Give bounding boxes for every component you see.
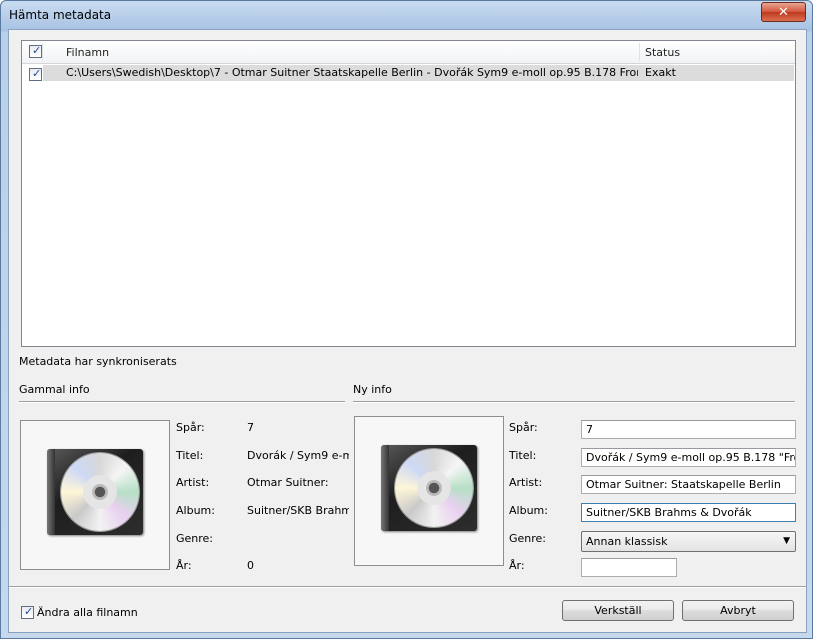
old-artist-label: Artist: (176, 476, 210, 489)
old-info-heading: Gammal info (19, 383, 90, 396)
old-year-label: År: (176, 559, 192, 572)
new-year-label: År: (509, 559, 525, 572)
genre-selected-value: Annan klassisk (586, 535, 668, 548)
new-track-label: Spår: (509, 421, 538, 434)
new-year-field[interactable] (581, 558, 677, 577)
new-info-divider (353, 401, 795, 403)
file-list[interactable]: ✓ Filnamn Status ✓ C:\Users\Swedish\Desk… (21, 40, 796, 347)
new-artist-label: Artist: (509, 476, 543, 489)
title-bar[interactable]: Hämta metadata ✕ (1, 1, 812, 29)
old-artist-value: Otmar Suitner: (247, 476, 329, 489)
column-header-filnamn[interactable]: Filnamn (66, 41, 109, 63)
new-album-art[interactable] (354, 416, 504, 566)
rename-all-checkbox[interactable]: ✓ (21, 605, 34, 619)
column-header-status[interactable]: Status (645, 41, 680, 63)
close-button[interactable]: ✕ (761, 2, 806, 22)
column-divider[interactable] (639, 43, 640, 61)
dialog-window: Hämta metadata ✕ ✓ Filnamn Status ✓ C:\U… (0, 0, 813, 639)
new-artist-field[interactable]: Otmar Suitner: Staatskapelle Berlin (581, 475, 796, 494)
checkmark-icon: ✓ (32, 67, 42, 80)
new-album-label: Album: (509, 504, 548, 517)
old-album-label: Album: (176, 504, 215, 517)
new-title-field[interactable]: Dvořák / Sym9 e-moll op.95 B.178 "From t… (581, 448, 796, 467)
chevron-down-icon[interactable]: ▼ (783, 532, 790, 551)
table-row[interactable]: C:\Users\Swedish\Desktop\7 - Otmar Suitn… (43, 65, 794, 81)
old-title-value: Dvorák / Sym9 e-moll (247, 449, 349, 462)
old-genre-label: Genre: (176, 532, 214, 545)
new-info-heading: Ny info (353, 383, 392, 396)
window-title: Hämta metadata (9, 8, 112, 22)
row-filename: C:\Users\Swedish\Desktop\7 - Otmar Suitn… (66, 66, 638, 79)
old-title-label: Titel: (176, 449, 204, 462)
old-info-divider (19, 401, 345, 403)
new-genre-label: Genre: (509, 532, 547, 545)
dialog-client-area: ✓ Filnamn Status ✓ C:\Users\Swedish\Desk… (8, 29, 807, 633)
checkmark-icon: ✓ (24, 605, 34, 618)
new-title-label: Titel: (509, 449, 537, 462)
cd-case-icon (47, 449, 143, 535)
new-album-field[interactable]: Suitner/SKB Brahms & Dvořák (581, 503, 796, 522)
select-all-checkbox[interactable]: ✓ (29, 44, 42, 58)
footer-divider (9, 586, 806, 588)
genre-dropdown[interactable]: Annan klassisk ▼ (581, 531, 796, 552)
old-album-art (20, 420, 170, 570)
column-divider (42, 43, 43, 61)
new-track-field[interactable]: 7 (581, 420, 796, 439)
close-icon: ✕ (778, 4, 789, 20)
old-track-label: Spår: (176, 421, 205, 434)
old-year-value: 0 (247, 559, 254, 572)
row-checkbox[interactable]: ✓ (29, 67, 42, 81)
old-album-value: Suitner/SKB Brahms (247, 504, 349, 517)
cancel-button[interactable]: Avbryt (682, 600, 794, 621)
rename-all-label[interactable]: Ändra alla filnamn (37, 606, 138, 619)
row-status: Exakt (645, 66, 676, 79)
old-track-value: 7 (247, 421, 254, 434)
cd-case-icon (381, 445, 477, 531)
sync-status-text: Metadata har synkroniserats (19, 355, 177, 368)
apply-button[interactable]: Verkställ (562, 600, 674, 621)
file-list-header: ✓ Filnamn Status (22, 41, 795, 64)
checkmark-icon: ✓ (32, 44, 42, 57)
